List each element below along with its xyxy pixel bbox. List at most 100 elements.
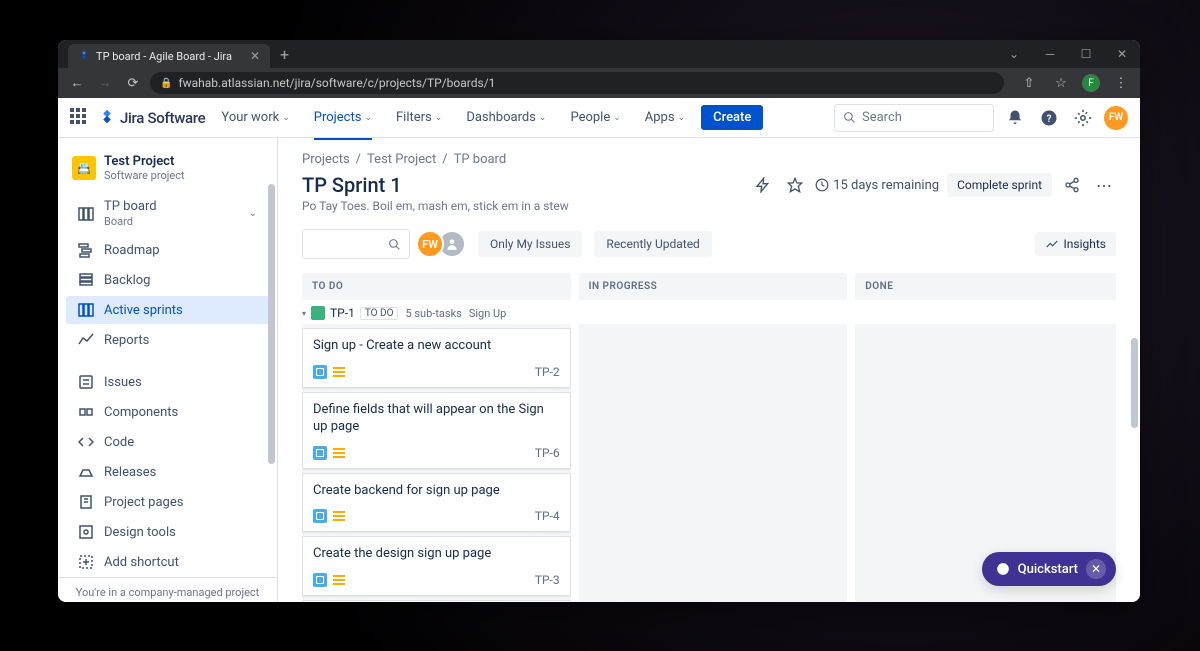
- nav-your-work[interactable]: Your work⌄: [213, 106, 297, 129]
- column-header: DONE: [855, 273, 1116, 300]
- nav-dashboards[interactable]: Dashboards⌄: [458, 106, 554, 129]
- maximize-button[interactable]: ☐: [1068, 40, 1104, 68]
- sidebar-item-issues[interactable]: Issues: [66, 368, 269, 396]
- sidebar-item-reports[interactable]: Reports: [66, 326, 269, 354]
- assignee-filter[interactable]: FW: [416, 230, 466, 258]
- star-icon[interactable]: ☆: [1050, 72, 1072, 94]
- epic-swimlane-header[interactable]: ▾ TP-1 TO DO 5 sub-tasks Sign Up: [302, 306, 571, 320]
- close-icon[interactable]: ✕: [250, 49, 260, 63]
- automation-icon[interactable]: [751, 173, 775, 197]
- chevron-down-icon[interactable]: ▾: [302, 309, 306, 318]
- recently-updated-button[interactable]: Recently Updated: [594, 231, 711, 257]
- browser-profile-avatar[interactable]: F: [1082, 74, 1100, 92]
- svg-text:?: ?: [1047, 113, 1052, 124]
- sidebar-footer: You're in a company-managed project Lear…: [58, 577, 277, 602]
- issue-card[interactable]: Define fields that will appear on the Si…: [302, 392, 571, 469]
- settings-icon[interactable]: [1070, 105, 1096, 131]
- nav-people[interactable]: People⌄: [562, 106, 628, 129]
- reports-icon: [78, 332, 94, 348]
- create-button[interactable]: Create: [701, 105, 763, 130]
- chevron-down-icon: ⌄: [613, 113, 621, 123]
- main-content: Projects/ Test Project/ TP board TP Spri…: [278, 138, 1140, 602]
- url-bar[interactable]: 🔒 fwahab.atlassian.net/jira/software/c/p…: [150, 72, 1004, 94]
- breadcrumb-item[interactable]: Projects: [302, 152, 350, 167]
- epic-status: TO DO: [360, 307, 399, 320]
- sidebar-item-add-shortcut[interactable]: Add shortcut: [66, 548, 269, 576]
- quickstart-button[interactable]: Quickstart ✕: [982, 552, 1116, 586]
- dropdown-icon[interactable]: ⌄: [996, 40, 1032, 68]
- nav-projects[interactable]: Projects⌄: [306, 106, 380, 129]
- only-my-issues-button[interactable]: Only My Issues: [478, 231, 582, 257]
- more-icon[interactable]: ⋯: [1092, 173, 1116, 197]
- active-sprints-icon: [78, 302, 94, 318]
- complete-sprint-button[interactable]: Complete sprint: [947, 173, 1052, 197]
- star-icon[interactable]: [783, 173, 807, 197]
- close-icon[interactable]: ✕: [1086, 559, 1106, 579]
- column-header: IN PROGRESS: [579, 273, 848, 300]
- back-button[interactable]: ←: [66, 72, 88, 94]
- releases-icon: [78, 464, 94, 480]
- new-tab-button[interactable]: +: [280, 45, 289, 64]
- issue-title: Define fields that will appear on the Si…: [313, 401, 560, 436]
- scrollbar[interactable]: [1131, 338, 1138, 428]
- issue-card[interactable]: Sign up - Create a new account TP-2: [302, 328, 571, 388]
- user-avatar[interactable]: FW: [1104, 106, 1128, 130]
- board-search-input[interactable]: [302, 229, 410, 259]
- days-remaining: 15 days remaining: [815, 178, 939, 193]
- search-icon: [843, 111, 856, 124]
- issue-card[interactable]: Create the design sign up page TP-3: [302, 536, 571, 596]
- nav-filters[interactable]: Filters⌄: [388, 106, 450, 129]
- sidebar-item-code[interactable]: Code: [66, 428, 269, 456]
- sidebar-item-backlog[interactable]: Backlog: [66, 266, 269, 294]
- priority-icon: [333, 367, 345, 377]
- breadcrumb-item[interactable]: Test Project: [367, 152, 436, 167]
- priority-icon: [333, 448, 345, 458]
- reload-button[interactable]: ⟳: [122, 72, 144, 94]
- app-switcher-icon[interactable]: [70, 108, 90, 128]
- sidebar-item-roadmap[interactable]: Roadmap: [66, 236, 269, 264]
- insights-button[interactable]: Insights: [1035, 232, 1116, 256]
- issue-card[interactable]: Add a safe/secure/strong password check …: [302, 600, 571, 602]
- top-nav: Jira Software Your work⌄ Projects⌄ Filte…: [58, 98, 1140, 138]
- epic-summary: Sign Up: [469, 307, 507, 320]
- sidebar: 📇 Test Project Software project TP board…: [58, 138, 278, 602]
- board-column-in-progress: IN PROGRESS: [579, 273, 848, 602]
- sidebar-item-design-tools[interactable]: Design tools: [66, 518, 269, 546]
- epic-subtask-count: 5 sub-tasks: [405, 307, 461, 320]
- kebab-menu-button[interactable]: ⋮: [1110, 72, 1132, 94]
- backlog-icon: [78, 272, 94, 288]
- project-subtitle: Software project: [104, 169, 185, 182]
- sprint-title: TP Sprint 1: [302, 173, 739, 197]
- browser-tab[interactable]: TP board - Agile Board - Jira ✕: [68, 44, 270, 68]
- sidebar-item-project-pages[interactable]: Project pages: [66, 488, 269, 516]
- nav-apps[interactable]: Apps⌄: [637, 106, 693, 129]
- close-window-button[interactable]: ✕: [1104, 40, 1140, 68]
- notifications-icon[interactable]: [1002, 105, 1028, 131]
- sidebar-item-active-sprints[interactable]: Active sprints: [66, 296, 269, 324]
- sidebar-board-picker[interactable]: TP board Board ⌄: [66, 193, 269, 234]
- sidebar-project-header[interactable]: 📇 Test Project Software project: [58, 150, 277, 192]
- scrollbar[interactable]: [268, 184, 275, 464]
- chevron-down-icon: ⌄: [249, 208, 257, 219]
- tab-strip: TP board - Agile Board - Jira ✕ + ⌄ ─ ☐ …: [58, 40, 1140, 68]
- assignee-avatar[interactable]: FW: [416, 230, 444, 258]
- sidebar-item-releases[interactable]: Releases: [66, 458, 269, 486]
- minimize-button[interactable]: ─: [1032, 40, 1068, 68]
- forward-button[interactable]: →: [94, 72, 116, 94]
- search-placeholder: Search: [862, 110, 902, 125]
- breadcrumb-item[interactable]: TP board: [454, 152, 507, 167]
- design-icon: [78, 524, 94, 540]
- jira-favicon: [78, 50, 90, 62]
- board-name: TP board: [104, 199, 157, 214]
- epic-key[interactable]: TP-1: [330, 306, 355, 320]
- help-icon[interactable]: ?: [1036, 105, 1062, 131]
- chevron-down-icon: ⌄: [678, 113, 686, 123]
- jira-logo[interactable]: Jira Software: [98, 109, 205, 127]
- issue-key: TP-6: [535, 446, 560, 460]
- issues-icon: [78, 374, 94, 390]
- global-search-input[interactable]: Search: [834, 104, 994, 132]
- issue-card[interactable]: Create backend for sign up page TP-4: [302, 473, 571, 533]
- share-icon[interactable]: [1060, 173, 1084, 197]
- share-icon[interactable]: ⇧: [1018, 72, 1040, 94]
- sidebar-item-components[interactable]: Components: [66, 398, 269, 426]
